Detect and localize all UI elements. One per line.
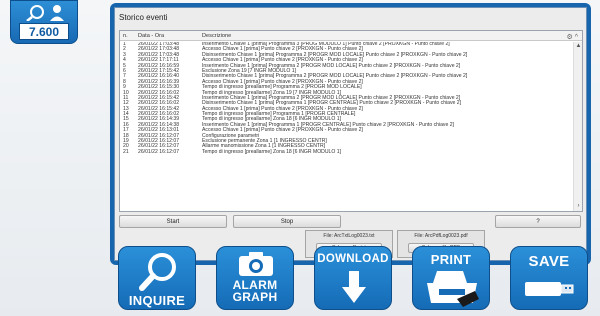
print-label: PRINT [430, 252, 472, 267]
pdf-file-label: File: ArcPdfLog0023.pdf [414, 233, 468, 239]
row-number: 21 [123, 148, 129, 155]
row-description: Tempo di ingresso [preallarme] Zona 18 [… [202, 148, 342, 155]
magnifier-icon [139, 253, 176, 291]
save-tile[interactable]: SAVE [510, 246, 588, 310]
scroll-up-icon[interactable]: ▲ [574, 42, 582, 51]
event-history-window: Storico eventi n. Data - Ora Descrizione… [114, 7, 587, 261]
inquire-tile[interactable]: INQUIRE [118, 246, 196, 310]
printer-icon [427, 271, 479, 307]
row-datetime: 26/01/22 16:12:07 [138, 148, 180, 155]
print-tile[interactable]: PRINT [412, 246, 490, 310]
table-row[interactable]: 21 26/01/22 16:12:07 Tempo di ingresso [pr… [120, 148, 573, 155]
table-header: n. Data - Ora Descrizione ⚙ ^ [120, 31, 582, 41]
save-label: SAVE [528, 253, 570, 270]
start-button[interactable]: Start [119, 215, 227, 228]
table-body: 1 26/01/22 17:03:48 Inserimento Chiave 1 [… [120, 42, 573, 211]
download-tile[interactable]: DOWNLOAD [314, 246, 392, 310]
header-n: n. [123, 33, 128, 39]
stop-button[interactable]: Stop [233, 215, 341, 228]
download-arrow-icon [342, 271, 366, 303]
usb-drive-icon [525, 282, 574, 296]
inquire-label: INQUIRE [128, 293, 186, 308]
download-label: DOWNLOAD [317, 253, 389, 265]
gear-icon[interactable]: ⚙ ^ [566, 33, 578, 41]
alarm-graph-tile[interactable]: ALARM GRAPH [216, 246, 294, 310]
window-title: Storico eventi [119, 13, 168, 22]
counter-value: 7.600 [19, 23, 69, 40]
events-table[interactable]: n. Data - Ora Descrizione ⚙ ^ 1 26/01/22 … [119, 30, 583, 212]
magnifier-icon [26, 5, 64, 21]
scroll-down-icon[interactable]: › [574, 202, 582, 211]
txt-file-label: File: ArcTxtLog0023.txt [323, 233, 375, 239]
monitor-frame: Storico eventi n. Data - Ora Descrizione… [110, 3, 591, 265]
help-button[interactable]: ? [495, 215, 581, 228]
camera-icon [239, 252, 273, 276]
header-desc: Descrizione [202, 33, 232, 39]
header-date: Data - Ora [138, 33, 165, 39]
alarm-graph-label: ALARM GRAPH [232, 278, 278, 304]
vertical-scrollbar[interactable]: ▲ › [573, 42, 582, 211]
counter-badge: 7.600 [10, 0, 78, 44]
